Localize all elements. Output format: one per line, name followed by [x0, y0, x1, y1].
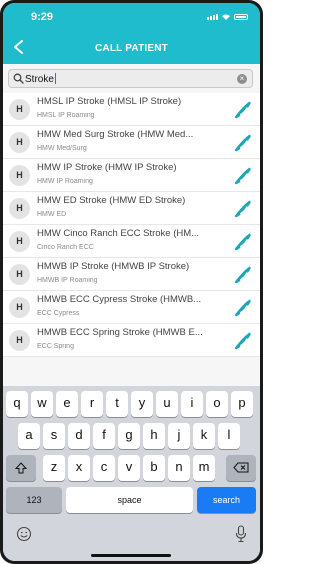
numbers-key[interactable]: 123	[6, 487, 62, 513]
list-item[interactable]: H HMW IP Stroke (HMW IP Stroke) HMW IP R…	[3, 159, 260, 192]
avatar: H	[9, 297, 30, 318]
key-h[interactable]: h	[143, 423, 165, 449]
phone-icon[interactable]	[234, 165, 252, 185]
contact-subtitle: HMW ED	[37, 211, 67, 218]
backspace-icon	[233, 462, 249, 473]
key-a[interactable]: a	[18, 423, 40, 449]
avatar: H	[9, 165, 30, 186]
status-time: 9:29	[31, 11, 54, 23]
contact-subtitle: ECC Cypress	[37, 310, 80, 317]
contact-subtitle: HMW Med/Surg	[37, 145, 87, 152]
key-w[interactable]: w	[31, 391, 53, 417]
list-item[interactable]: H HMSL IP Stroke (HMSL IP Stroke) HMSL I…	[3, 93, 260, 126]
avatar: H	[9, 132, 30, 153]
key-d[interactable]: d	[68, 423, 90, 449]
key-m[interactable]: m	[193, 455, 215, 481]
list-item[interactable]: H HMW Cinco Ranch ECC Stroke (HM... Cinc…	[3, 225, 260, 258]
key-q[interactable]: q	[6, 391, 28, 417]
avatar: H	[9, 99, 30, 120]
contact-name: HMW ED Stroke (HMW ED Stroke)	[37, 195, 186, 206]
key-j[interactable]: j	[168, 423, 190, 449]
battery-icon	[234, 14, 248, 20]
key-p[interactable]: p	[231, 391, 253, 417]
avatar: H	[9, 231, 30, 252]
search-key[interactable]: search	[197, 487, 256, 513]
device-frame: 9:29 CALL PATIENT Stroke × H HMSL IP Str…	[0, 0, 263, 564]
phone-icon[interactable]	[234, 198, 252, 218]
emoji-icon[interactable]	[16, 526, 32, 542]
phone-icon[interactable]	[234, 231, 252, 251]
avatar: H	[9, 264, 30, 285]
key-s[interactable]: s	[43, 423, 65, 449]
contact-subtitle: ECC Spring	[37, 343, 74, 350]
on-screen-keyboard: q w e r t y u i o p a s d f g h j k l z …	[3, 386, 260, 561]
delete-key[interactable]	[226, 455, 256, 481]
key-e[interactable]: e	[56, 391, 78, 417]
contact-subtitle: HMW IP Roaming	[37, 178, 93, 185]
space-key[interactable]: space	[66, 487, 193, 513]
status-icons	[207, 13, 248, 20]
avatar: H	[9, 330, 30, 351]
shift-key[interactable]	[6, 455, 36, 481]
contact-subtitle: HMSL IP Roaming	[37, 112, 95, 119]
key-z[interactable]: z	[43, 455, 65, 481]
contact-name: HMSL IP Stroke (HMSL IP Stroke)	[37, 96, 182, 107]
phone-icon[interactable]	[234, 264, 252, 284]
phone-icon[interactable]	[234, 297, 252, 317]
phone-icon[interactable]	[234, 99, 252, 119]
key-l[interactable]: l	[218, 423, 240, 449]
key-k[interactable]: k	[193, 423, 215, 449]
key-y[interactable]: y	[131, 391, 153, 417]
key-n[interactable]: n	[168, 455, 190, 481]
contact-name: HMWB IP Stroke (HMWB IP Stroke)	[37, 261, 190, 272]
contact-subtitle: Cinco Ranch ECC	[37, 244, 94, 251]
list-item[interactable]: H HMWB ECC Cypress Stroke (HMWB... ECC C…	[3, 291, 260, 324]
contact-name: HMW IP Stroke (HMW IP Stroke)	[37, 162, 177, 173]
phone-icon[interactable]	[234, 132, 252, 152]
key-x[interactable]: x	[68, 455, 90, 481]
contact-name: HMW Cinco Ranch ECC Stroke (HM...	[37, 228, 200, 239]
phone-icon[interactable]	[234, 330, 252, 350]
key-t[interactable]: t	[106, 391, 128, 417]
contact-name: HMWB ECC Cypress Stroke (HMWB...	[37, 294, 202, 305]
search-icon	[13, 73, 24, 84]
search-input[interactable]: Stroke ×	[8, 69, 253, 88]
key-g[interactable]: g	[118, 423, 140, 449]
screen: 9:29 CALL PATIENT Stroke × H HMSL IP Str…	[3, 3, 260, 561]
shift-icon	[14, 462, 28, 474]
contact-subtitle: HMWB IP Roaming	[37, 277, 98, 284]
avatar: H	[9, 198, 30, 219]
key-o[interactable]: o	[206, 391, 228, 417]
key-v[interactable]: v	[118, 455, 140, 481]
contact-list: H HMSL IP Stroke (HMSL IP Stroke) HMSL I…	[3, 93, 260, 357]
list-item[interactable]: H HMW Med Surg Stroke (HMW Med... HMW Me…	[3, 126, 260, 159]
key-u[interactable]: u	[156, 391, 178, 417]
contact-name: HMWB ECC Spring Stroke (HMWB E...	[37, 327, 203, 338]
list-item[interactable]: H HMWB ECC Spring Stroke (HMWB E... ECC …	[3, 324, 260, 357]
list-item[interactable]: H HMW ED Stroke (HMW ED Stroke) HMW ED	[3, 192, 260, 225]
contact-name: HMW Med Surg Stroke (HMW Med...	[37, 129, 194, 140]
key-i[interactable]: i	[181, 391, 203, 417]
key-f[interactable]: f	[93, 423, 115, 449]
page-title: CALL PATIENT	[95, 43, 168, 54]
home-indicator[interactable]	[91, 554, 171, 557]
signal-icon	[207, 14, 218, 20]
list-item[interactable]: H HMWB IP Stroke (HMWB IP Stroke) HMWB I…	[3, 258, 260, 291]
key-r[interactable]: r	[81, 391, 103, 417]
search-value: Stroke	[25, 73, 56, 85]
clear-search-icon[interactable]: ×	[237, 74, 247, 84]
wifi-icon	[222, 14, 230, 20]
microphone-icon[interactable]	[235, 525, 247, 543]
key-b[interactable]: b	[143, 455, 165, 481]
key-c[interactable]: c	[93, 455, 115, 481]
app-header: 9:29 CALL PATIENT	[3, 3, 260, 64]
